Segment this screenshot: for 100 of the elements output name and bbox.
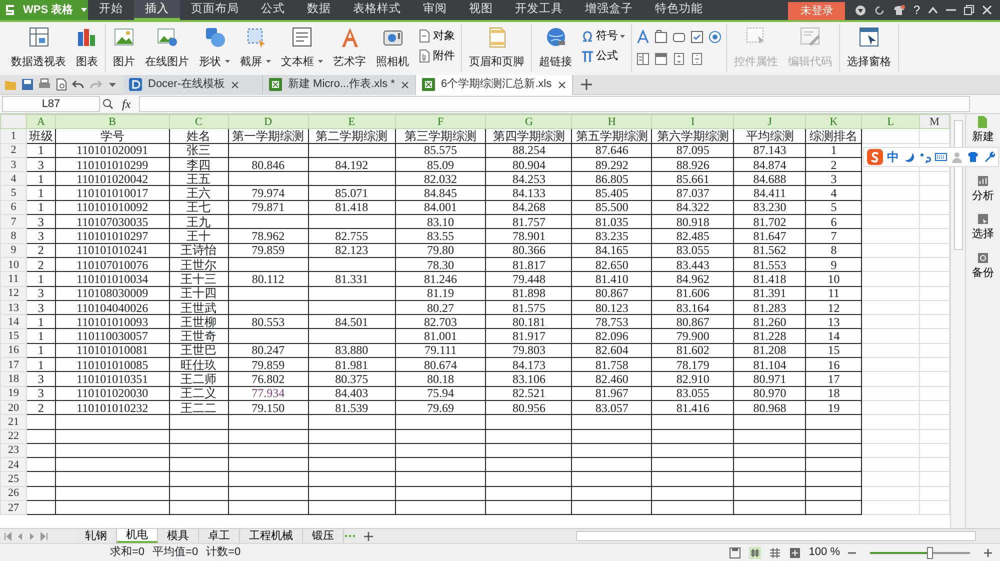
menu-tab[interactable]: 开发工具 — [504, 0, 574, 20]
table-cell: 2 — [26, 257, 56, 272]
table-cell: 王世奇 — [169, 328, 228, 344]
table-cell: 82.096 — [572, 328, 652, 344]
row-header[interactable]: 22 — [0, 429, 26, 444]
column-header[interactable]: K — [806, 114, 862, 129]
column-header[interactable]: F — [395, 114, 486, 129]
row-header[interactable]: 27 — [0, 500, 26, 515]
menu-tab[interactable]: 表格样式 — [342, 0, 412, 20]
row-header[interactable]: 8 — [0, 228, 26, 244]
row-header[interactable]: 19 — [0, 386, 26, 400]
table-cell: 王二二 — [169, 400, 228, 415]
row-header[interactable]: 20 — [0, 400, 26, 415]
menu-tab[interactable]: 视图 — [458, 0, 504, 20]
ribbon-button[interactable]: 对象 — [416, 26, 457, 46]
sheet-tab[interactable]: 机电 — [117, 529, 158, 543]
ribbon-button[interactable]: 在线图片 — [142, 26, 192, 70]
table-cell: 85.575 — [395, 143, 486, 158]
table-cell: 85.405 — [572, 186, 652, 200]
table-cell: 15 — [806, 343, 862, 358]
table-cell: 79.900 — [652, 328, 734, 344]
input-mode-toggle[interactable]: 中 — [887, 148, 899, 166]
sidebar-button[interactable]: 备份 — [966, 246, 1000, 285]
sidebar-button[interactable]: 选择 — [966, 208, 1000, 246]
table-cell: 4 — [806, 186, 862, 200]
name-box[interactable]: L87 — [2, 96, 100, 112]
ribbon-button[interactable]: 文本框 — [278, 26, 326, 70]
row-header[interactable]: 26 — [0, 486, 26, 501]
row-header[interactable]: 24 — [0, 458, 26, 472]
ribbon-button[interactable]: 形状 — [196, 26, 233, 70]
row-header[interactable]: 14 — [0, 314, 26, 329]
row-header[interactable]: 1 — [0, 128, 26, 144]
row-header[interactable]: 10 — [0, 257, 26, 272]
column-header[interactable]: I — [652, 114, 734, 129]
row-header[interactable]: 5 — [0, 186, 26, 200]
table-cell: 旺仕玖 — [169, 358, 228, 372]
table-cell: 84.501 — [308, 314, 396, 329]
menu-tab[interactable]: 审阅 — [412, 0, 458, 20]
ribbon-button[interactable]: 超链接 — [536, 26, 575, 70]
ribbon-button[interactable]: 图片 — [110, 26, 138, 70]
column-header[interactable]: D — [228, 114, 308, 129]
ribbon-button[interactable]: 页眉和页脚 — [466, 26, 527, 70]
row-header[interactable]: 12 — [0, 286, 26, 300]
menu-tab[interactable]: 增强盒子 — [574, 0, 644, 20]
sidebar-button[interactable]: 新建 — [966, 114, 1000, 146]
column-header[interactable]: M — [920, 114, 950, 129]
ribbon-button[interactable]: 公式 — [579, 46, 627, 66]
column-header[interactable]: B — [55, 114, 170, 129]
row-header[interactable]: 9 — [0, 243, 26, 258]
row-header[interactable]: 25 — [0, 472, 26, 486]
table-cell: 王五 — [169, 172, 228, 186]
row-header[interactable]: 4 — [0, 172, 26, 186]
ribbon-button[interactable]: 图表 — [73, 26, 101, 70]
menu-tab[interactable]: 页面布局 — [180, 0, 250, 20]
row-header[interactable]: 16 — [0, 343, 26, 358]
table-cell: 82.460 — [572, 372, 652, 386]
table-cell: 81.208 — [734, 343, 806, 358]
menu-tab[interactable]: 公式 — [250, 0, 296, 20]
ribbon-button[interactable]: 选择窗格 — [844, 26, 894, 70]
table-cell: 王十三 — [169, 272, 228, 286]
row-header[interactable]: 15 — [0, 328, 26, 344]
menu-tab[interactable]: 开始 — [88, 0, 134, 20]
table-cell: 82.703 — [395, 314, 486, 329]
row-header[interactable]: 18 — [0, 372, 26, 386]
row-header[interactable]: 21 — [0, 414, 26, 430]
document-tab[interactable]: 新建 Micro...作表.xls * — [263, 74, 416, 94]
ribbon-button[interactable]: 照相机 — [373, 26, 412, 70]
column-header[interactable]: C — [169, 114, 228, 129]
ribbon-button[interactable]: 截屏 — [237, 26, 274, 70]
function-button[interactable]: fx — [122, 95, 131, 113]
table-cell: 110101010085 — [55, 358, 170, 372]
table-cell: 83.230 — [734, 200, 806, 215]
document-tab[interactable]: Docer-在线模板 — [123, 74, 263, 94]
table-cell: 81.967 — [572, 386, 652, 400]
menu-tab[interactable]: 数据 — [296, 0, 342, 20]
ribbon-button[interactable]: 符号 — [579, 26, 627, 46]
column-header[interactable]: J — [734, 114, 806, 129]
table-cell: 1 — [26, 186, 56, 200]
column-header[interactable]: A — [26, 114, 56, 129]
menu-tab[interactable]: 特色功能 — [644, 0, 714, 20]
ribbon-button[interactable]: 附件 — [416, 46, 457, 66]
row-header[interactable]: 11 — [0, 272, 26, 286]
column-header[interactable]: H — [572, 114, 652, 129]
column-header[interactable]: E — [308, 114, 396, 129]
ribbon-button[interactable]: 数据透视表 — [8, 26, 69, 70]
menu-tab[interactable]: 插入 — [134, 0, 180, 20]
row-header[interactable]: 7 — [0, 214, 26, 229]
column-header[interactable]: L — [862, 114, 920, 129]
row-header[interactable]: 17 — [0, 358, 26, 372]
sidebar-button[interactable]: 分析 — [966, 170, 1000, 208]
ribbon-button[interactable]: 艺术字 — [330, 26, 369, 70]
document-tab[interactable]: 6个学期综测汇总新.xls — [416, 74, 573, 94]
row-header[interactable]: 6 — [0, 200, 26, 215]
row-header[interactable]: 2 — [0, 143, 26, 158]
row-header[interactable]: 23 — [0, 443, 26, 458]
row-header[interactable]: 3 — [0, 157, 26, 172]
row-header[interactable]: 13 — [0, 300, 26, 315]
help-button[interactable]: ? — [913, 1, 920, 19]
table-cell: 85.500 — [572, 200, 652, 215]
column-header[interactable]: G — [486, 114, 572, 129]
